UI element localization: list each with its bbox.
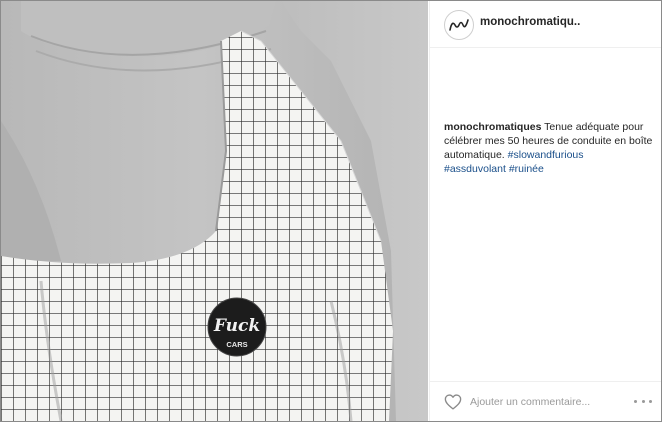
comment-bar <box>430 381 661 421</box>
post-username[interactable]: monochromatiqu.. <box>480 16 580 28</box>
post-caption: monochromatiques Tenue adéquate pour cél… <box>444 120 656 176</box>
post-side-panel: monochromatiqu.. monochromatiques Tenue … <box>429 1 661 421</box>
avatar[interactable] <box>444 10 474 40</box>
badge-text-line2: CARS <box>226 340 247 349</box>
instagram-post-window: Fuck CARS monochromatiqu.. monochromatiq… <box>0 0 662 422</box>
more-dot <box>634 399 637 403</box>
post-header: monochromatiqu.. <box>430 1 661 48</box>
more-dot <box>641 399 645 403</box>
comment-input[interactable] <box>470 392 620 412</box>
more-options-icon[interactable] <box>634 395 652 407</box>
post-photo[interactable]: Fuck CARS <box>1 1 428 421</box>
more-dot <box>649 399 652 403</box>
monochromatiques-logo-icon <box>449 19 469 31</box>
caption-username[interactable]: monochromatiques <box>444 121 541 133</box>
fuck-cars-badge: Fuck CARS <box>207 297 267 357</box>
badge-text-line1: Fuck <box>213 316 260 336</box>
heart-outline-icon[interactable] <box>444 394 462 410</box>
hashtag-link[interactable]: #ruinée <box>509 163 544 175</box>
hashtag-link[interactable]: #slowandfurious <box>508 149 584 161</box>
hashtag-link[interactable]: #assduvolant <box>444 163 506 175</box>
